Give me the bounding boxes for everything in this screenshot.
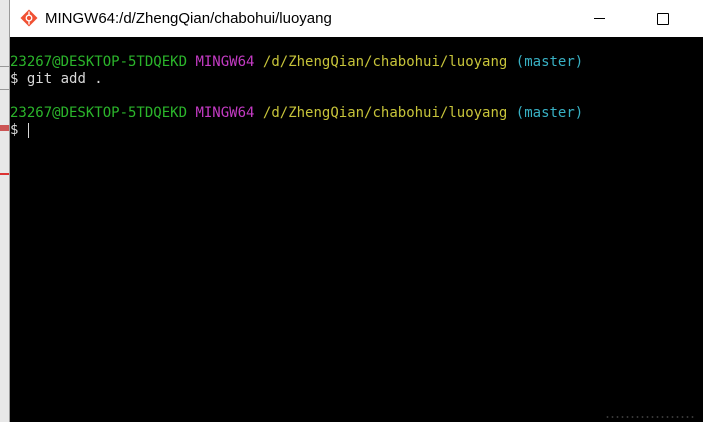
prompt-header-line: 23267@DESKTOP-5TDQEKD MINGW64 /d/ZhengQi… <box>10 54 583 71</box>
git-branch: (master) <box>515 105 584 121</box>
command-line: $ git add . <box>10 71 103 88</box>
maximize-button[interactable] <box>640 0 686 37</box>
minimize-icon <box>593 18 605 19</box>
git-branch: (master) <box>515 54 584 70</box>
minimize-button[interactable] <box>576 0 622 37</box>
environment-label: MINGW64 <box>195 54 255 70</box>
resize-grip[interactable] <box>605 415 695 419</box>
prompt-header-line: 23267@DESKTOP-5TDQEKD MINGW64 /d/ZhengQi… <box>10 105 583 122</box>
terminal-window: MINGW64:/d/ZhengQian/chabohui/luoyang 23… <box>9 0 703 422</box>
working-directory: /d/ZhengQian/chabohui/luoyang <box>262 54 508 70</box>
command-text: git add . <box>26 71 103 87</box>
terminal-output[interactable]: 23267@DESKTOP-5TDQEKD MINGW64 /d/ZhengQi… <box>10 37 703 422</box>
user-host: 23267@DESKTOP-5TDQEKD <box>10 105 188 121</box>
working-directory: /d/ZhengQian/chabohui/luoyang <box>262 105 508 121</box>
maximize-icon <box>657 12 669 25</box>
user-host: 23267@DESKTOP-5TDQEKD <box>10 54 188 70</box>
text-cursor <box>27 122 29 138</box>
git-bash-icon <box>20 9 38 27</box>
window-title: MINGW64:/d/ZhengQian/chabohui/luoyang <box>45 10 332 27</box>
command-input-line[interactable]: $ <box>10 122 29 139</box>
environment-label: MINGW64 <box>195 105 255 121</box>
prompt-symbol: $ <box>10 71 19 87</box>
prompt-symbol: $ <box>10 122 19 138</box>
title-bar[interactable]: MINGW64:/d/ZhengQian/chabohui/luoyang <box>10 0 703 37</box>
